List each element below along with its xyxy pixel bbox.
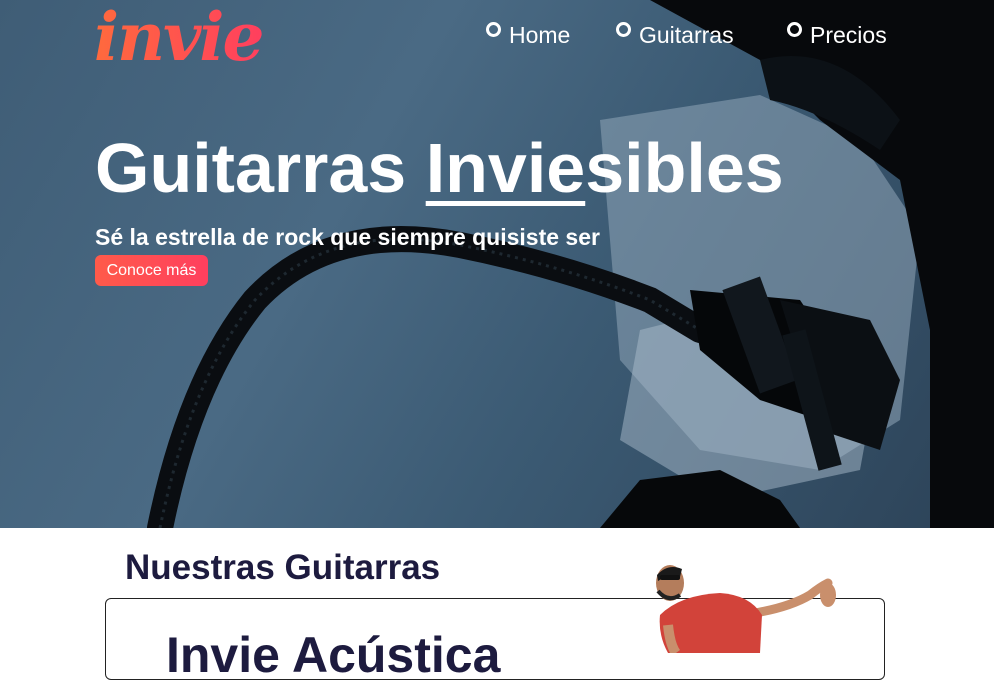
conoce-mas-button[interactable]: Conoce más [95, 255, 208, 286]
circle-bullet-icon [486, 22, 501, 37]
nav-item-label: Home [509, 22, 571, 48]
circle-bullet-icon [616, 22, 631, 37]
nav-item-label: Guitarras [639, 22, 734, 48]
rocker-person-image [656, 565, 836, 653]
hero-title-prefix: Guitarras [95, 129, 426, 207]
hero-title: Guitarras Inviesibles [95, 126, 784, 210]
nav-item-guitarras[interactable]: Guitarras [616, 20, 734, 50]
hero-title-underlined: Invie [425, 129, 586, 207]
section-title: Nuestras Guitarras [125, 548, 441, 587]
nav-item-precios[interactable]: Precios [787, 20, 887, 50]
nav-item-label: Precios [810, 22, 887, 48]
hero-section: invie Home Guitarras Precios Guitarras I… [0, 0, 994, 528]
invie-logo[interactable]: invie [94, 0, 264, 74]
hero-title-suffix: sibles [585, 129, 784, 207]
nav-item-home[interactable]: Home [486, 20, 570, 50]
guitar-card-title: Invie Acústica [166, 627, 501, 683]
hero-subtitle: Sé la estrella de rock que siempre quisi… [95, 224, 600, 250]
circle-bullet-icon [787, 22, 802, 37]
